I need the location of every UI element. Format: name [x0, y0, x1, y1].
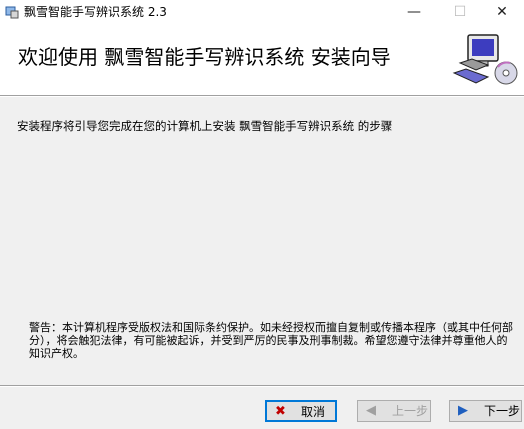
back-label: 上一步	[392, 404, 429, 418]
header-divider	[0, 96, 524, 97]
copyright-warning: 警告：本计算机程序受版权法和国际条约保护。如未经授权而擅自复制或传播本程序（或其…	[29, 321, 513, 360]
minimize-button[interactable]: —	[392, 0, 436, 24]
back-button[interactable]: ◀ 上一步	[357, 400, 431, 422]
maximize-button[interactable]: ☐	[438, 0, 482, 24]
wizard-title: 欢迎使用 飘雪智能手写辨识系统 安装向导	[18, 45, 391, 69]
window-title: 飘雪智能手写辨识系统 2.3	[24, 5, 167, 19]
wizard-header: 欢迎使用 飘雪智能手写辨识系统 安装向导	[0, 24, 524, 96]
computer-install-icon	[450, 33, 518, 87]
cancel-button[interactable]: ✖ 取消	[265, 400, 337, 422]
close-x-icon: ✖	[275, 404, 286, 419]
intro-text: 安装程序将引导您完成在您的计算机上安装 飘雪智能手写辨识系统 的步骤	[17, 119, 393, 133]
arrow-left-icon: ◀	[366, 403, 376, 418]
close-button[interactable]: ✕	[480, 0, 524, 24]
cancel-label: 取消	[301, 405, 326, 419]
installer-app-icon	[5, 6, 19, 19]
footer-divider	[0, 385, 524, 387]
title-bar: 飘雪智能手写辨识系统 2.3 — ☐ ✕	[0, 0, 524, 24]
next-button[interactable]: ▶ 下一步	[449, 400, 522, 422]
arrow-right-icon: ▶	[458, 403, 468, 418]
next-label: 下一步	[484, 404, 521, 418]
